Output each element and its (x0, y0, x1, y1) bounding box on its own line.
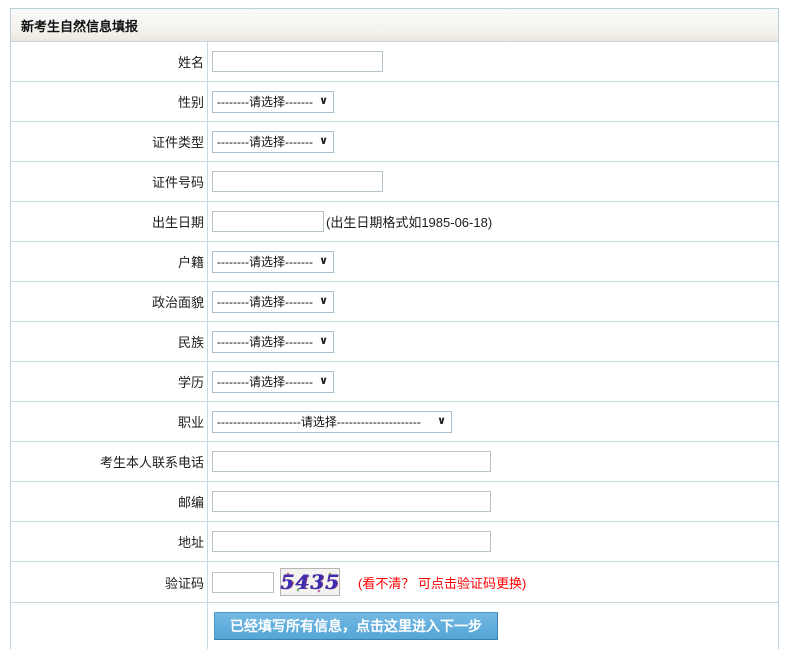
field-label: 学历 (11, 362, 208, 401)
submit-button[interactable]: 已经填写所有信息，点击这里进入下一步 (214, 612, 498, 640)
form-row-ethnicity: 民族 --------请选择------- ∨ (11, 322, 778, 362)
id-type-select[interactable]: --------请选择------- (212, 131, 334, 153)
form-row-occupation: 职业 ---------------------请选择-------------… (11, 402, 778, 442)
field-label: 民族 (11, 322, 208, 361)
form-row-political-status: 政治面貌 --------请选择------- ∨ (11, 282, 778, 322)
page-title: 新考生自然信息填报 (21, 16, 138, 35)
field-label: 证件类型 (11, 122, 208, 161)
field-label: 性别 (11, 82, 208, 121)
form-row-postcode: 邮编 (11, 482, 778, 522)
field-label: 职业 (11, 402, 208, 441)
education-select[interactable]: --------请选择------- (212, 371, 334, 393)
household-select[interactable]: --------请选择------- (212, 251, 334, 273)
form-row-education: 学历 --------请选择------- ∨ (11, 362, 778, 402)
field-label: 证件号码 (11, 162, 208, 201)
field-label: 户籍 (11, 242, 208, 281)
gender-select[interactable]: --------请选择------- (212, 91, 334, 113)
occupation-select[interactable]: ---------------------请选择----------------… (212, 411, 452, 433)
captcha-refresh-note: (看不清？ 可点击验证码更换) (358, 573, 526, 592)
political-status-select[interactable]: --------请选择------- (212, 291, 334, 313)
field-label: 邮编 (11, 482, 208, 521)
form-row-id-type: 证件类型 --------请选择------- ∨ (11, 122, 778, 162)
ethnicity-select[interactable]: --------请选择------- (212, 331, 334, 353)
name-input[interactable] (212, 51, 383, 72)
captcha-code: 5435 (280, 570, 340, 594)
postcode-input[interactable] (212, 491, 491, 512)
form-row-gender: 性别 --------请选择------- ∨ (11, 82, 778, 122)
form-row-birthdate: 出生日期 (出生日期格式如1985-06-18) (11, 202, 778, 242)
field-label: 验证码 (11, 562, 208, 602)
form-row-household: 户籍 --------请选择------- ∨ (11, 242, 778, 282)
panel-header: 新考生自然信息填报 (11, 9, 778, 42)
field-label: 出生日期 (11, 202, 208, 241)
phone-input[interactable] (212, 451, 491, 472)
field-label: 地址 (11, 522, 208, 561)
field-label: 考生本人联系电话 (11, 442, 208, 481)
captcha-image[interactable]: 5435 (280, 568, 340, 596)
form-row-name: 姓名 (11, 42, 778, 82)
form-row-captcha: 验证码 5435 (看不清？ 可点击验证码更换) (11, 562, 778, 603)
id-number-input[interactable] (212, 171, 383, 192)
form-row-submit: 已经填写所有信息，点击这里进入下一步 (11, 603, 778, 649)
empty-label-cell (11, 603, 208, 649)
birthdate-input[interactable] (212, 211, 324, 232)
form-row-phone: 考生本人联系电话 (11, 442, 778, 482)
captcha-input[interactable] (212, 572, 274, 593)
field-label: 政治面貌 (11, 282, 208, 321)
form-row-address: 地址 (11, 522, 778, 562)
form-row-id-number: 证件号码 (11, 162, 778, 202)
address-input[interactable] (212, 531, 491, 552)
field-label: 姓名 (11, 42, 208, 81)
birthdate-format-note: (出生日期格式如1985-06-18) (326, 212, 492, 231)
registration-form-panel: 新考生自然信息填报 姓名 性别 --------请选择------- ∨ 证件类… (10, 8, 779, 649)
